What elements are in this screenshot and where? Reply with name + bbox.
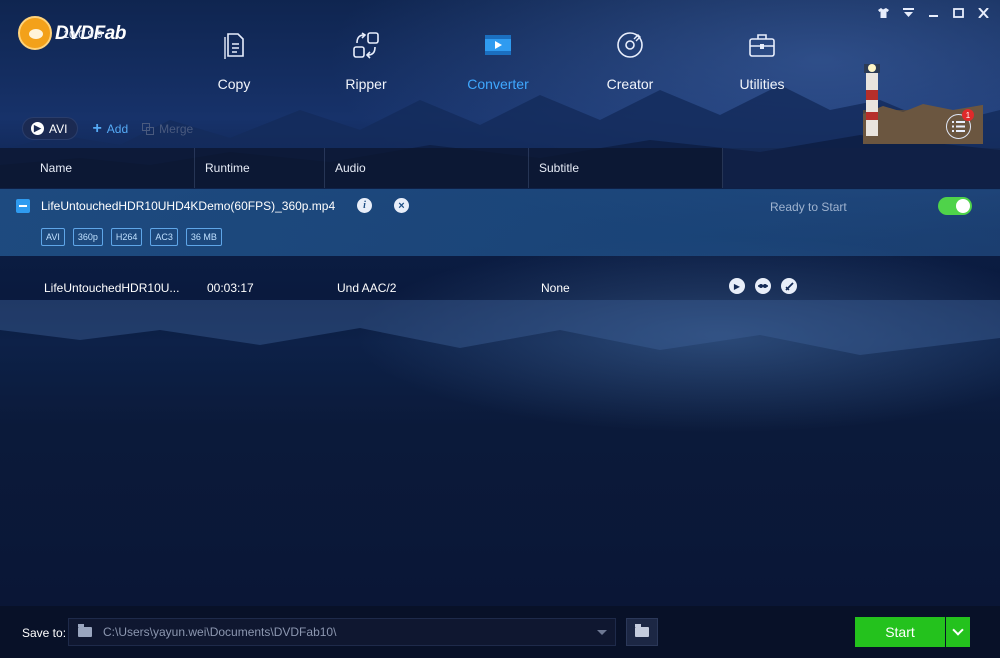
file-name: LifeUntouchedHDR10UHD4KDemo(60FPS)_360p.… [41, 199, 336, 213]
nav-copy-label: Copy [217, 76, 251, 92]
save-to-label: Save to: [22, 626, 67, 640]
nav-utilities[interactable]: Utilities [696, 30, 828, 100]
arrow-right-icon: ▶ [31, 122, 44, 135]
task-count-badge: 1 [962, 109, 974, 121]
converter-icon [485, 35, 511, 55]
toolbar: ▶ AVI + Add Merge [22, 117, 193, 140]
nav-utilities-label: Utilities [739, 76, 785, 92]
save-path-dropdown[interactable]: C:\Users\yayun.wei\Documents\DVDFab10\ [68, 618, 616, 646]
creator-icon [617, 32, 643, 58]
collapse-checkbox[interactable] [16, 199, 30, 213]
task-list-icon [952, 121, 965, 132]
tag-resolution: 360p [72, 228, 103, 246]
play-icon[interactable]: ▶ [729, 278, 745, 294]
column-name[interactable]: Name [0, 148, 195, 188]
save-path: C:\Users\yayun.wei\Documents\DVDFab10\ [103, 625, 337, 639]
logo-mascot-icon [18, 16, 52, 50]
nav-converter-label: Converter [467, 76, 529, 92]
title-audio[interactable]: Und AAC/2 [337, 281, 396, 295]
title-row[interactable]: LifeUntouchedHDR10U... 00:03:17 Und AAC/… [0, 270, 1000, 305]
tag-codec: H264 [110, 228, 143, 246]
start-options-button[interactable] [946, 617, 970, 647]
column-subtitle[interactable]: Subtitle [529, 148, 723, 188]
start-button[interactable]: Start [855, 617, 945, 647]
app-version: 10.0.9.9 [63, 29, 103, 41]
maximize-icon[interactable] [951, 6, 965, 20]
nav-creator[interactable]: Creator [564, 30, 696, 100]
task-queue-button[interactable]: 1 [946, 109, 974, 139]
title-subtitle[interactable]: None [541, 281, 570, 295]
folder-icon [78, 624, 92, 637]
column-runtime[interactable]: Runtime [195, 148, 325, 188]
column-header-extension [723, 148, 1000, 188]
close-icon[interactable] [976, 6, 990, 20]
utilities-icon [749, 34, 775, 57]
merge-icon [142, 122, 155, 135]
nav-ripper-label: Ripper [345, 76, 387, 92]
profile-selector-button[interactable]: ▶ AVI [22, 117, 79, 140]
nav-copy[interactable]: Copy [168, 30, 300, 100]
title-runtime: 00:03:17 [207, 281, 254, 295]
file-tags: AVI 360p H264 AC3 36 MB [41, 228, 222, 246]
tag-audio-codec: AC3 [150, 228, 178, 246]
merge-button[interactable]: Merge [142, 122, 193, 136]
browse-folder-button[interactable] [626, 618, 658, 646]
add-button[interactable]: + Add [92, 119, 129, 137]
tag-format: AVI [41, 228, 65, 246]
row-actions: ▶ [729, 278, 797, 294]
app-window: DVDFab 10.0.9.9 Copy Ripper Converter Cr… [0, 0, 1000, 658]
open-folder-icon [635, 624, 649, 637]
window-controls [876, 6, 990, 20]
enable-toggle[interactable] [938, 197, 972, 215]
minimize-icon[interactable] [926, 6, 940, 20]
info-icon[interactable]: i [357, 198, 372, 213]
file-row[interactable]: LifeUntouchedHDR10UHD4KDemo(60FPS)_360p.… [0, 189, 1000, 256]
chevron-down-icon [597, 630, 607, 635]
column-header: Name Runtime Audio Subtitle [0, 148, 723, 188]
plus-icon: + [92, 119, 102, 137]
remove-file-icon[interactable]: × [394, 198, 409, 213]
merge-label: Merge [159, 121, 194, 136]
profile-label: AVI [49, 121, 68, 136]
trim-icon[interactable] [755, 278, 771, 294]
add-label: Add [106, 121, 129, 136]
column-audio[interactable]: Audio [325, 148, 529, 188]
tag-size: 36 MB [185, 228, 222, 246]
edit-icon[interactable] [781, 278, 797, 294]
nav-creator-label: Creator [606, 76, 654, 92]
dropdown-icon[interactable] [901, 6, 915, 20]
main-nav: Copy Ripper Converter Creator Utilities [168, 30, 828, 100]
nav-ripper[interactable]: Ripper [300, 30, 432, 100]
copy-icon [224, 33, 244, 59]
title-name: LifeUntouchedHDR10U... [44, 281, 180, 295]
status-text: Ready to Start [770, 200, 847, 214]
background-reflection [0, 300, 1000, 355]
ripper-icon [353, 32, 379, 59]
shirt-icon[interactable] [876, 6, 890, 20]
nav-converter[interactable]: Converter [432, 30, 564, 100]
bottom-bar: Save to: C:\Users\yayun.wei\Documents\DV… [0, 606, 1000, 658]
